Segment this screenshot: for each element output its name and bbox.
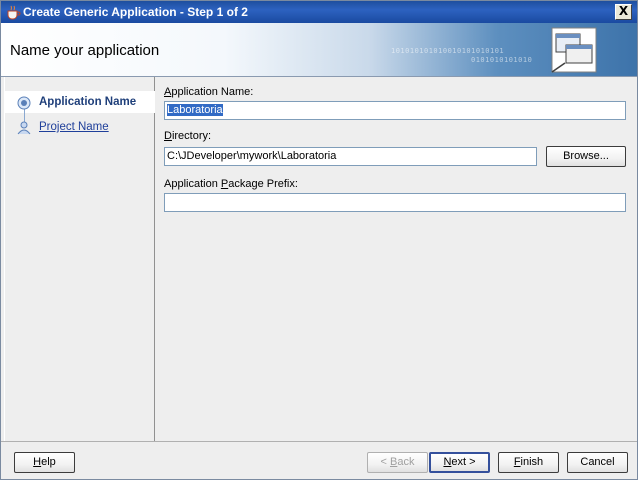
- app-name-value: Laboratoria: [167, 104, 223, 116]
- step-person-icon: [17, 121, 31, 135]
- java-cup-icon: [7, 5, 21, 20]
- footer-separator: [1, 441, 637, 442]
- back-button[interactable]: < Back: [367, 452, 428, 473]
- cancel-button[interactable]: Cancel: [567, 452, 628, 473]
- next-button[interactable]: Next >: [429, 452, 490, 473]
- close-button[interactable]: X: [615, 4, 632, 20]
- step-application-name: Application Name: [39, 96, 137, 108]
- directory-input[interactable]: C:\JDeveloper\mywork\Laboratoria: [164, 147, 537, 166]
- app-name-label: Application Name:: [164, 86, 254, 98]
- application-windows-icon: [551, 27, 597, 73]
- finish-button[interactable]: Finish: [498, 452, 559, 473]
- package-prefix-input[interactable]: [164, 193, 626, 212]
- page-title: Name your application: [10, 42, 160, 59]
- current-step-icon: [17, 96, 31, 110]
- dialog-window: Create Generic Application - Step 1 of 2…: [0, 0, 638, 480]
- banner-binary-text-2: 0101010101010: [471, 56, 533, 64]
- directory-value: C:\JDeveloper\mywork\Laboratoria: [167, 150, 337, 162]
- package-prefix-label: Application Package Prefix:: [164, 178, 298, 190]
- step-project-name-link[interactable]: Project Name: [39, 121, 109, 133]
- wizard-steps-panel: Application Name Project Name: [4, 77, 155, 441]
- help-button[interactable]: Help: [14, 452, 75, 473]
- form-content: Application Name: Laboratoria Directory:…: [156, 77, 637, 441]
- browse-button[interactable]: Browse...: [546, 146, 626, 167]
- window-title: Create Generic Application - Step 1 of 2: [23, 5, 248, 19]
- banner-binary-text: 101010101010010101010101: [391, 47, 505, 55]
- header-banner: Name your application 101010101010010101…: [1, 23, 637, 77]
- app-name-input[interactable]: Laboratoria: [164, 101, 626, 120]
- title-bar[interactable]: Create Generic Application - Step 1 of 2…: [1, 1, 637, 23]
- directory-label: Directory:: [164, 130, 212, 142]
- close-icon: X: [618, 4, 629, 18]
